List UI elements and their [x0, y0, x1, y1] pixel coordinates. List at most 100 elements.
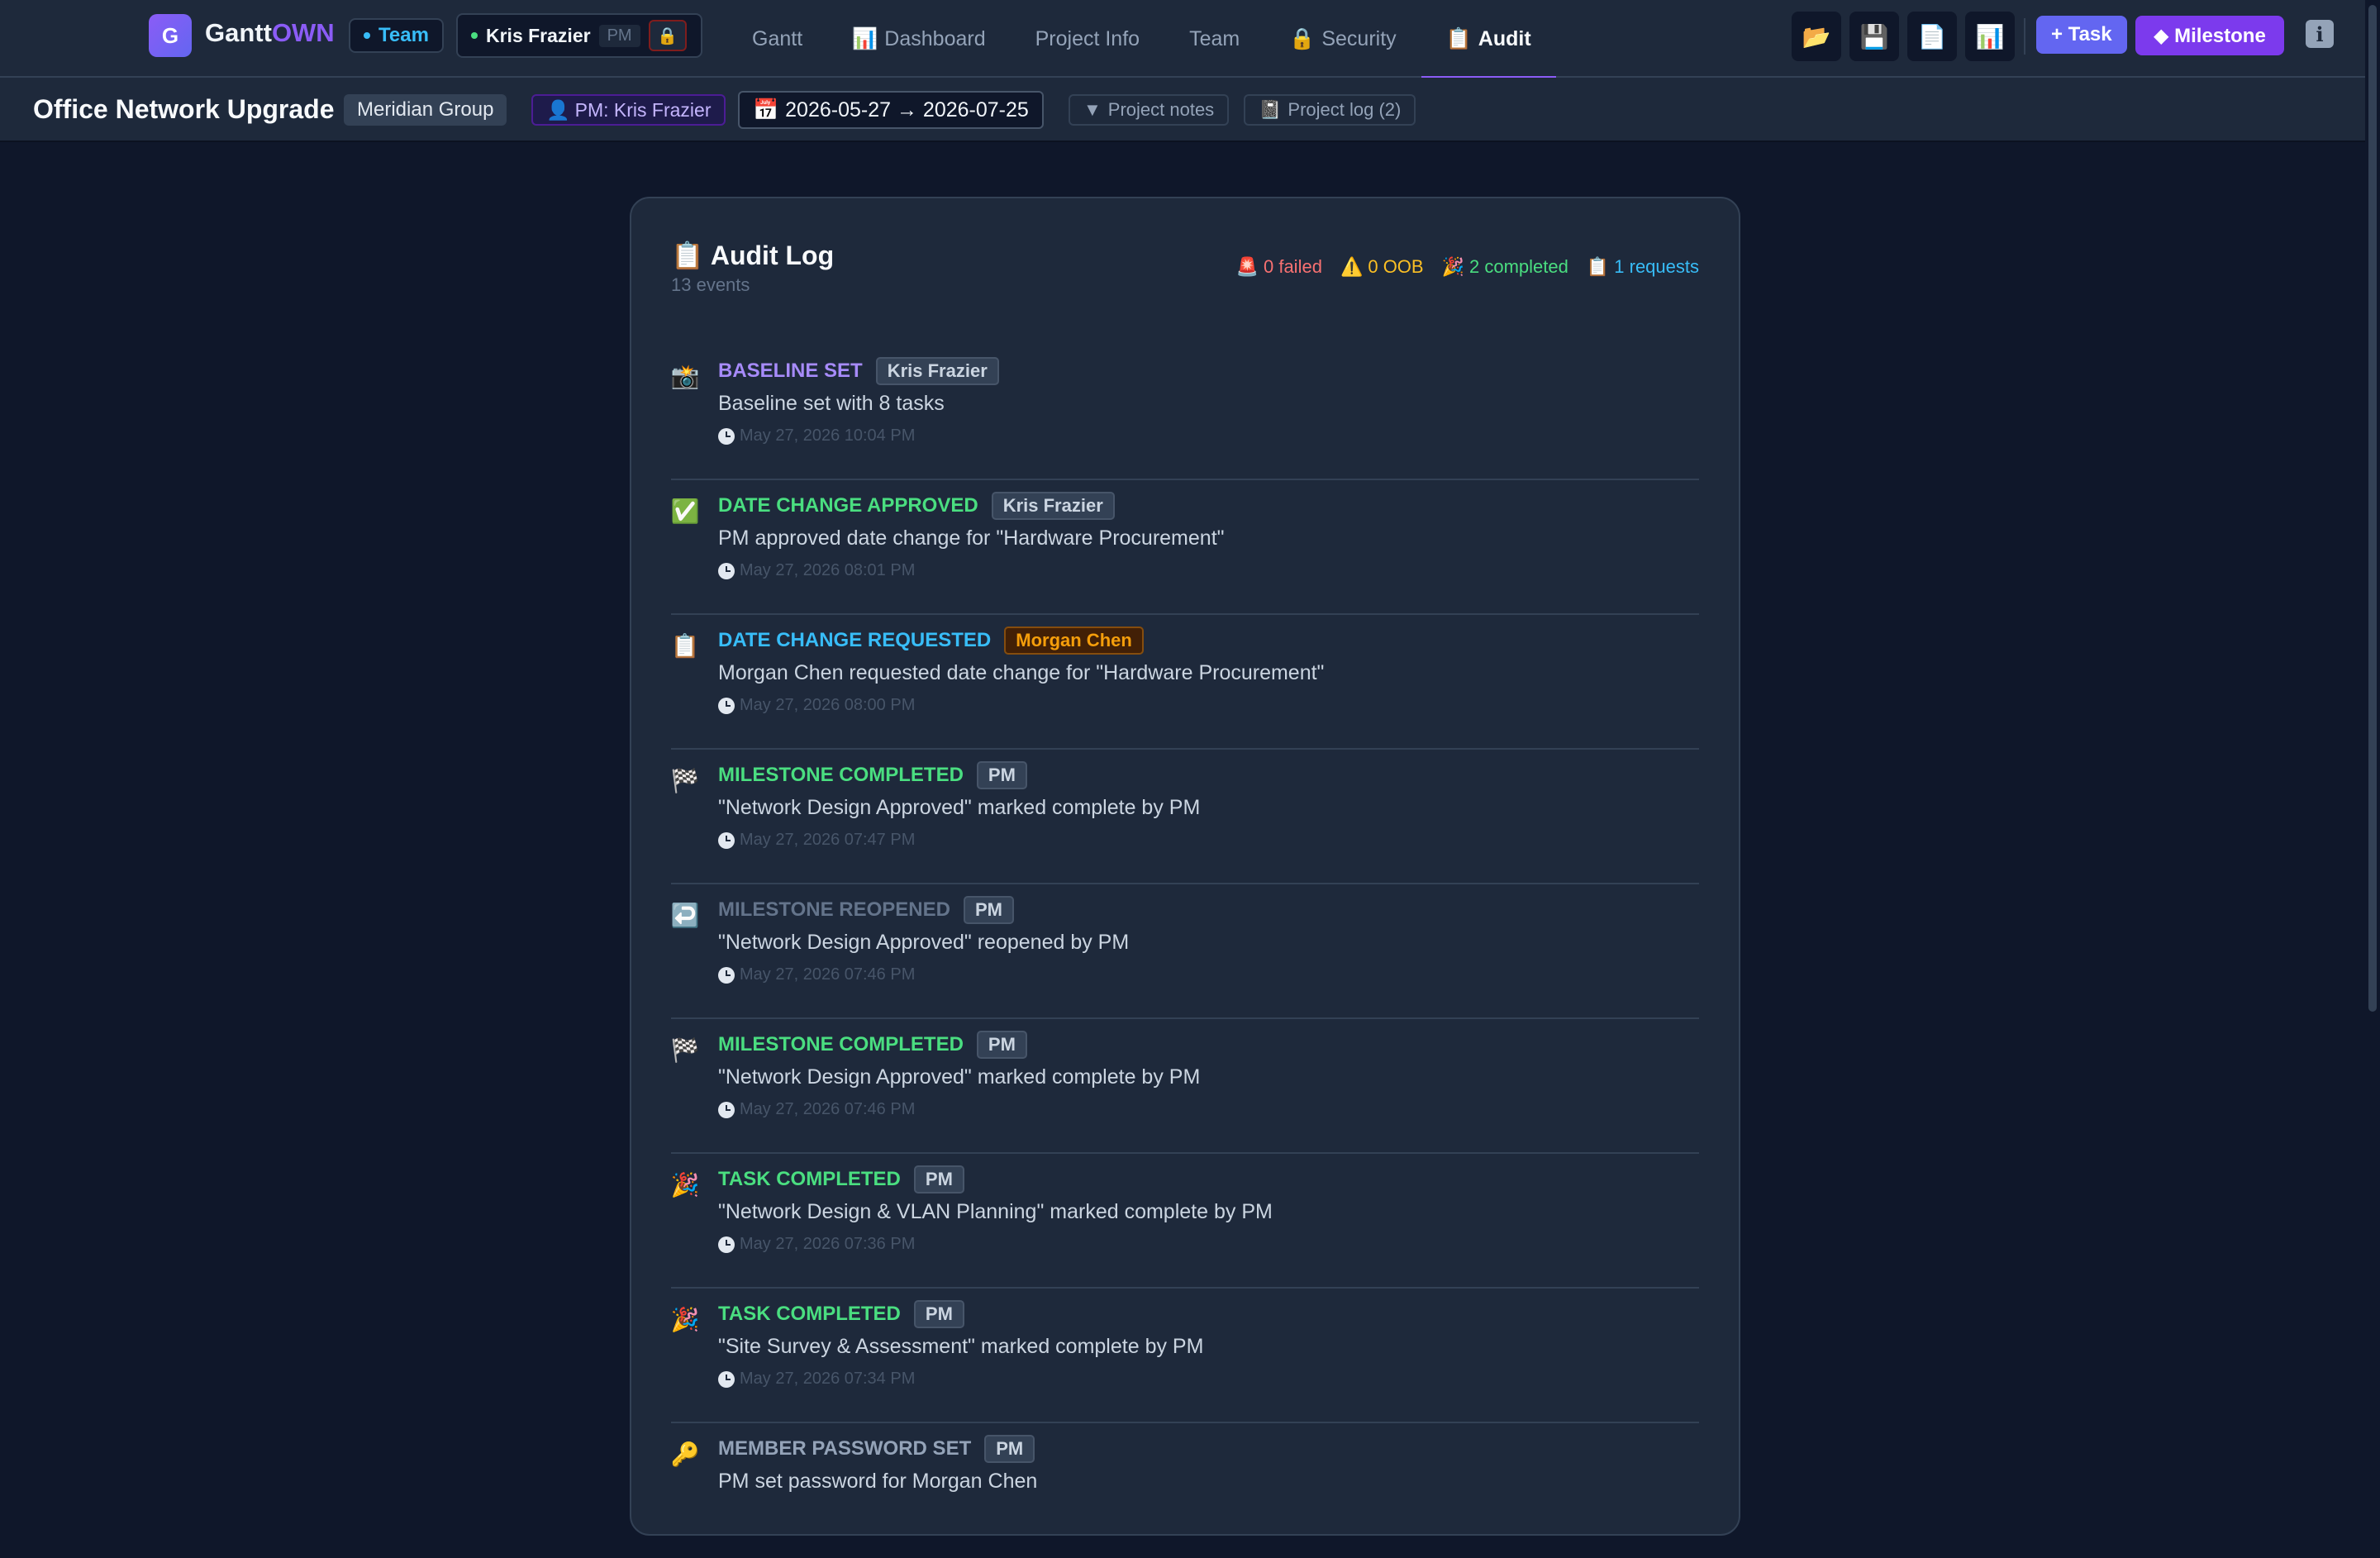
tab-icon: 📋	[1445, 26, 1472, 50]
project-log-label: Project log (2)	[1288, 99, 1402, 120]
calendar-icon: 📅	[753, 98, 779, 121]
document-icon: 📄	[1917, 23, 1947, 50]
audit-log-card: 📋 Audit Log 13 events 🚨 0 failed ⚠️ 0 OOB 🎉 2…	[630, 197, 1740, 1536]
tab-label: Team	[1189, 26, 1240, 50]
save-button[interactable]: 💾	[1849, 12, 1899, 61]
lock-button[interactable]: 🔒	[648, 20, 687, 51]
info-icon: i	[2316, 21, 2324, 46]
event-type-icon: 🏁	[670, 1036, 700, 1063]
event-type-icon: 🔑	[670, 1441, 700, 1467]
app-name-part1: Gantt	[205, 18, 272, 47]
lock-icon: 🔒	[657, 26, 678, 45]
client-chip[interactable]: Meridian Group	[344, 94, 507, 126]
pm-chip[interactable]: 👤 PM: Kris Frazier	[531, 94, 726, 126]
event-type-icon: ✅	[670, 498, 700, 524]
current-user-box[interactable]: Kris Frazier PM 🔒	[456, 13, 702, 58]
current-user-name: Kris Frazier	[486, 24, 591, 46]
stat-label: 2 completed	[1469, 256, 1568, 277]
pm-label: PM: Kris Frazier	[574, 98, 712, 121]
event-header: TASK COMPLETED PM	[718, 1165, 964, 1194]
stat-icon: ⚠️	[1340, 256, 1364, 277]
page-scrollbar-thumb[interactable]	[2368, 5, 2377, 1012]
event-time-text: May 27, 2026 08:01 PM	[740, 561, 916, 579]
app-name[interactable]: GanttOWN	[205, 18, 335, 48]
event-header: BASELINE SET Kris Frazier	[718, 357, 999, 385]
event-description: "Network Design Approved" marked complet…	[718, 796, 1201, 819]
event-actor-badge: PM	[976, 761, 1027, 789]
event-description: PM approved date change for "Hardware Pr…	[718, 526, 1225, 550]
tab-dashboard[interactable]: 📊 Dashboard	[827, 0, 1010, 78]
event-time-text: May 27, 2026 07:46 PM	[740, 1100, 916, 1118]
tab-project-info[interactable]: Project Info	[1011, 0, 1164, 78]
event-header: DATE CHANGE APPROVED Kris Frazier	[718, 492, 1115, 520]
event-type: MILESTONE COMPLETED	[718, 764, 964, 786]
audit-event-row: 📋 DATE CHANGE REQUESTED Morgan Chen Morgan …	[671, 615, 1699, 750]
clock-icon	[718, 1236, 735, 1253]
save-icon: 💾	[1859, 23, 1889, 50]
audit-stat[interactable]: ⚠️ 0 OOB	[1340, 256, 1424, 278]
event-header: MEMBER PASSWORD SET PM	[718, 1435, 1035, 1463]
project-header: Office Network Upgrade Meridian Group 👤 …	[0, 78, 2365, 142]
clock-icon	[718, 697, 735, 714]
stat-label: 1 requests	[1614, 256, 1699, 277]
event-type: MEMBER PASSWORD SET	[718, 1437, 972, 1460]
event-actor-badge: PM	[963, 896, 1014, 924]
tab-audit[interactable]: 📋 Audit	[1421, 0, 1556, 79]
event-description: "Network Design Approved" reopened by PM	[718, 931, 1130, 954]
date-range-chip[interactable]: 📅 2026-05-27 → 2026-07-25	[738, 91, 1044, 129]
event-description: Baseline set with 8 tasks	[718, 392, 945, 415]
clock-icon	[718, 562, 735, 579]
event-type-icon: 🏁	[670, 767, 700, 793]
tab-team[interactable]: Team	[1164, 0, 1264, 78]
stat-label: 0 OOB	[1368, 256, 1424, 277]
project-notes-label: Project notes	[1107, 99, 1215, 120]
project-title: Office Network Upgrade	[33, 94, 335, 124]
project-log-button[interactable]: 📓 Project log (2)	[1244, 94, 1416, 126]
event-actor-badge: Kris Frazier	[875, 357, 999, 385]
audit-log-title-text: Audit Log	[710, 240, 835, 270]
event-type-icon: ↩️	[670, 902, 700, 928]
app-logo-icon[interactable]: G	[149, 14, 192, 57]
clock-icon	[718, 966, 735, 984]
event-type-icon: 🎉	[670, 1171, 700, 1198]
event-actor-badge: PM	[984, 1435, 1035, 1463]
audit-event-row: 🔑 MEMBER PASSWORD SET PM PM set password fo…	[671, 1423, 1699, 1558]
team-dot-icon	[364, 32, 370, 39]
event-type: TASK COMPLETED	[718, 1303, 901, 1325]
caret-down-icon: ▼	[1083, 99, 1102, 120]
tab-gantt[interactable]: Gantt	[727, 0, 827, 78]
online-status-icon	[471, 32, 478, 39]
event-type: DATE CHANGE REQUESTED	[718, 629, 992, 651]
audit-stat[interactable]: 🚨 0 failed	[1236, 256, 1322, 278]
event-time-text: May 27, 2026 07:34 PM	[740, 1370, 916, 1388]
tab-label: Audit	[1478, 26, 1531, 50]
toolbar-icons: 📂 💾 📄 📊	[1792, 12, 2015, 61]
audit-event-row: 📸 BASELINE SET Kris Frazier Baseline set wi…	[671, 345, 1699, 480]
event-actor-badge: Kris Frazier	[991, 492, 1115, 520]
event-type-icon: 📋	[670, 632, 700, 659]
stat-label: 0 failed	[1263, 256, 1322, 277]
info-button[interactable]: i	[2306, 20, 2334, 48]
event-description: "Network Design Approved" marked complet…	[718, 1065, 1201, 1089]
tab-security[interactable]: 🔒 Security	[1264, 0, 1421, 78]
event-header: TASK COMPLETED PM	[718, 1300, 964, 1328]
event-count: 13 events	[671, 274, 750, 295]
audit-stat[interactable]: 🎉 2 completed	[1442, 256, 1568, 278]
project-notes-button[interactable]: ▼ Project notes	[1069, 94, 1230, 126]
chart-button[interactable]: 📊	[1965, 12, 2015, 61]
audit-event-list[interactable]: 📸 BASELINE SET Kris Frazier Baseline set wi…	[671, 345, 1699, 1558]
open-folder-button[interactable]: 📂	[1792, 12, 1841, 61]
team-mode-badge[interactable]: Team	[349, 18, 444, 53]
event-timestamp: May 27, 2026 08:01 PM	[718, 561, 915, 580]
tab-label: Project Info	[1035, 26, 1140, 50]
main-tabs: Gantt 📊 Dashboard Project Info Team 🔒 Security…	[727, 0, 1556, 79]
audit-stats: 🚨 0 failed ⚠️ 0 OOB 🎉 2 completed 📋 1 requests	[1236, 256, 1699, 278]
add-milestone-button[interactable]: ◆ Milestone	[2135, 16, 2284, 55]
audit-event-row: 🎉 TASK COMPLETED PM "Site Survey & Assessme…	[671, 1289, 1699, 1423]
toolbar-divider	[2024, 18, 2025, 55]
document-button[interactable]: 📄	[1907, 12, 1957, 61]
audit-stat[interactable]: 📋 1 requests	[1587, 256, 1699, 278]
open-folder-icon: 📂	[1802, 23, 1831, 50]
chart-icon: 📊	[1975, 23, 2005, 50]
add-task-button[interactable]: + Task	[2036, 16, 2127, 54]
